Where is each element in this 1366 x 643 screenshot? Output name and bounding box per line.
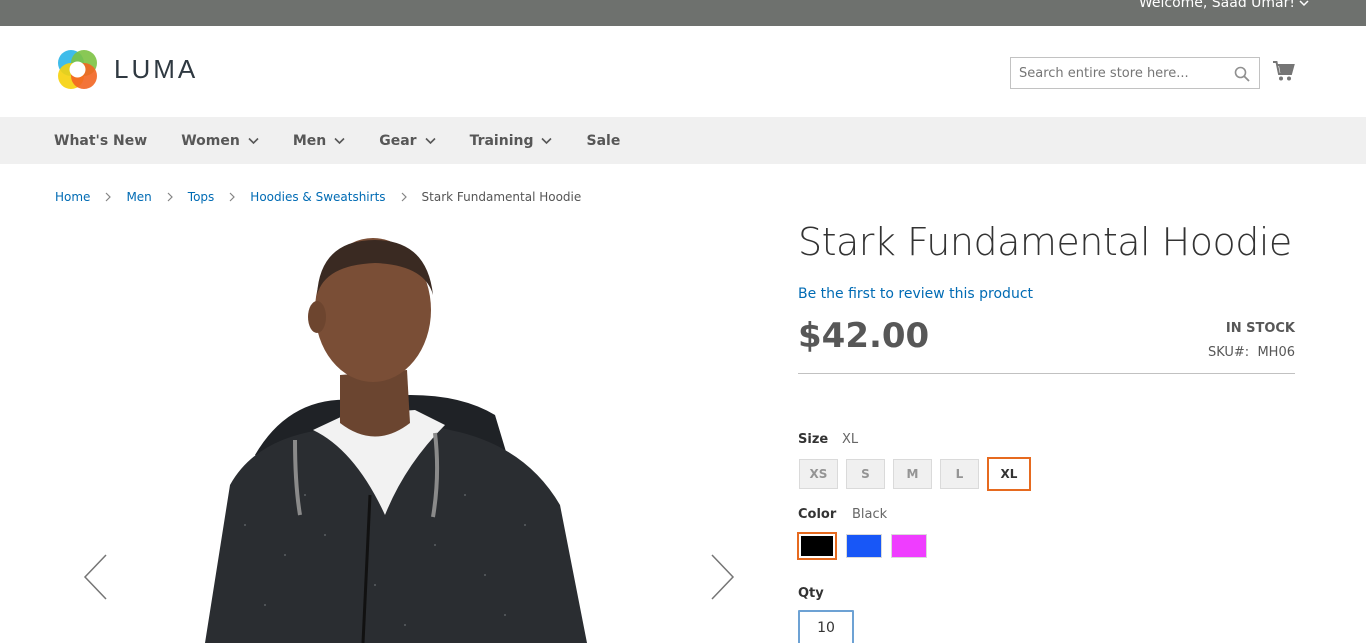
nav-item-men[interactable]: Men [293,133,345,149]
breadcrumb-home[interactable]: Home [55,190,90,204]
nav-item-gear[interactable]: Gear [379,132,436,149]
sku-value: MH06 [1257,345,1295,360]
chevron-down-icon [541,137,553,144]
color-options [797,532,927,560]
welcome-menu[interactable]: Welcome, Saad Umar! [1139,0,1309,11]
nav-item-sale[interactable]: Sale [586,133,620,149]
size-option-l[interactable]: L [940,459,979,489]
store-logo[interactable]: LUMA [55,47,198,92]
chevron-right-icon [401,192,407,202]
size-label: Size [798,432,829,447]
chevron-down-icon [1299,0,1309,7]
size-selected-value: XL [842,432,859,447]
color-option-purple[interactable] [891,534,927,558]
size-option-xl[interactable]: XL [987,457,1031,491]
breadcrumb: Home Men Tops Hoodies & Sweatshirts Star… [55,190,581,204]
product-gallery [55,225,755,643]
chevron-down-icon [334,137,345,144]
chevron-right-icon [229,192,236,202]
product-price: $42.00 [798,316,930,356]
nav-label: Women [181,132,240,149]
search-input[interactable] [1011,58,1259,88]
size-option-xs[interactable]: XS [799,459,838,489]
nav-label: Training [469,132,534,149]
color-selected-value: Black [852,507,888,522]
nav-label: What's New [54,132,148,149]
stock-status: IN STOCK [1225,321,1295,336]
breadcrumb-hoodies[interactable]: Hoodies & Sweatshirts [250,190,385,204]
cart-icon[interactable] [1272,60,1296,82]
luma-logo-icon [58,50,97,89]
chevron-left-icon[interactable] [82,553,110,601]
nav-item-training[interactable]: Training [470,133,553,149]
breadcrumb-tops[interactable]: Tops [188,190,215,204]
page-title: Stark Fundamental Hoodie [798,220,1292,264]
size-option-s[interactable]: S [846,459,885,489]
breadcrumb-current: Stark Fundamental Hoodie [421,190,582,204]
nav-label: Men [292,132,327,149]
review-link[interactable]: Be the first to review this product [798,286,1033,302]
color-label: Color [798,507,837,522]
divider [798,373,1295,374]
search-box [1010,57,1260,89]
nav-bar: What's New Women Men Gear Training Sale [0,117,1366,164]
color-option-blue[interactable] [846,534,882,558]
product-image[interactable] [55,225,755,643]
chevron-right-icon [106,192,112,202]
breadcrumb-men[interactable]: Men [126,190,151,204]
chevron-down-icon [424,137,436,144]
qty-label: Qty [798,586,824,601]
top-bar: Welcome, Saad Umar! [0,0,1366,26]
size-options: XS S M L XL [799,457,1031,491]
size-option-m[interactable]: M [893,459,932,489]
nav-item-women[interactable]: Women [181,133,259,149]
main-nav: What's New Women Men Gear Training Sale [54,117,654,164]
chevron-right-icon [167,192,173,202]
chevron-down-icon [248,137,259,144]
sku-label: SKU#: [1207,345,1250,360]
nav-label: Sale [586,132,621,149]
color-option-black[interactable] [797,532,837,560]
logo-text: LUMA [114,54,199,84]
welcome-text: Welcome, Saad Umar! [1138,0,1295,11]
nav-item-whats-new[interactable]: What's New [54,133,147,149]
qty-input[interactable] [798,610,854,643]
sku: SKU#: MH06 [1208,345,1295,360]
chevron-right-icon[interactable] [708,553,736,601]
search-icon[interactable] [1234,66,1250,82]
nav-label: Gear [379,132,417,149]
